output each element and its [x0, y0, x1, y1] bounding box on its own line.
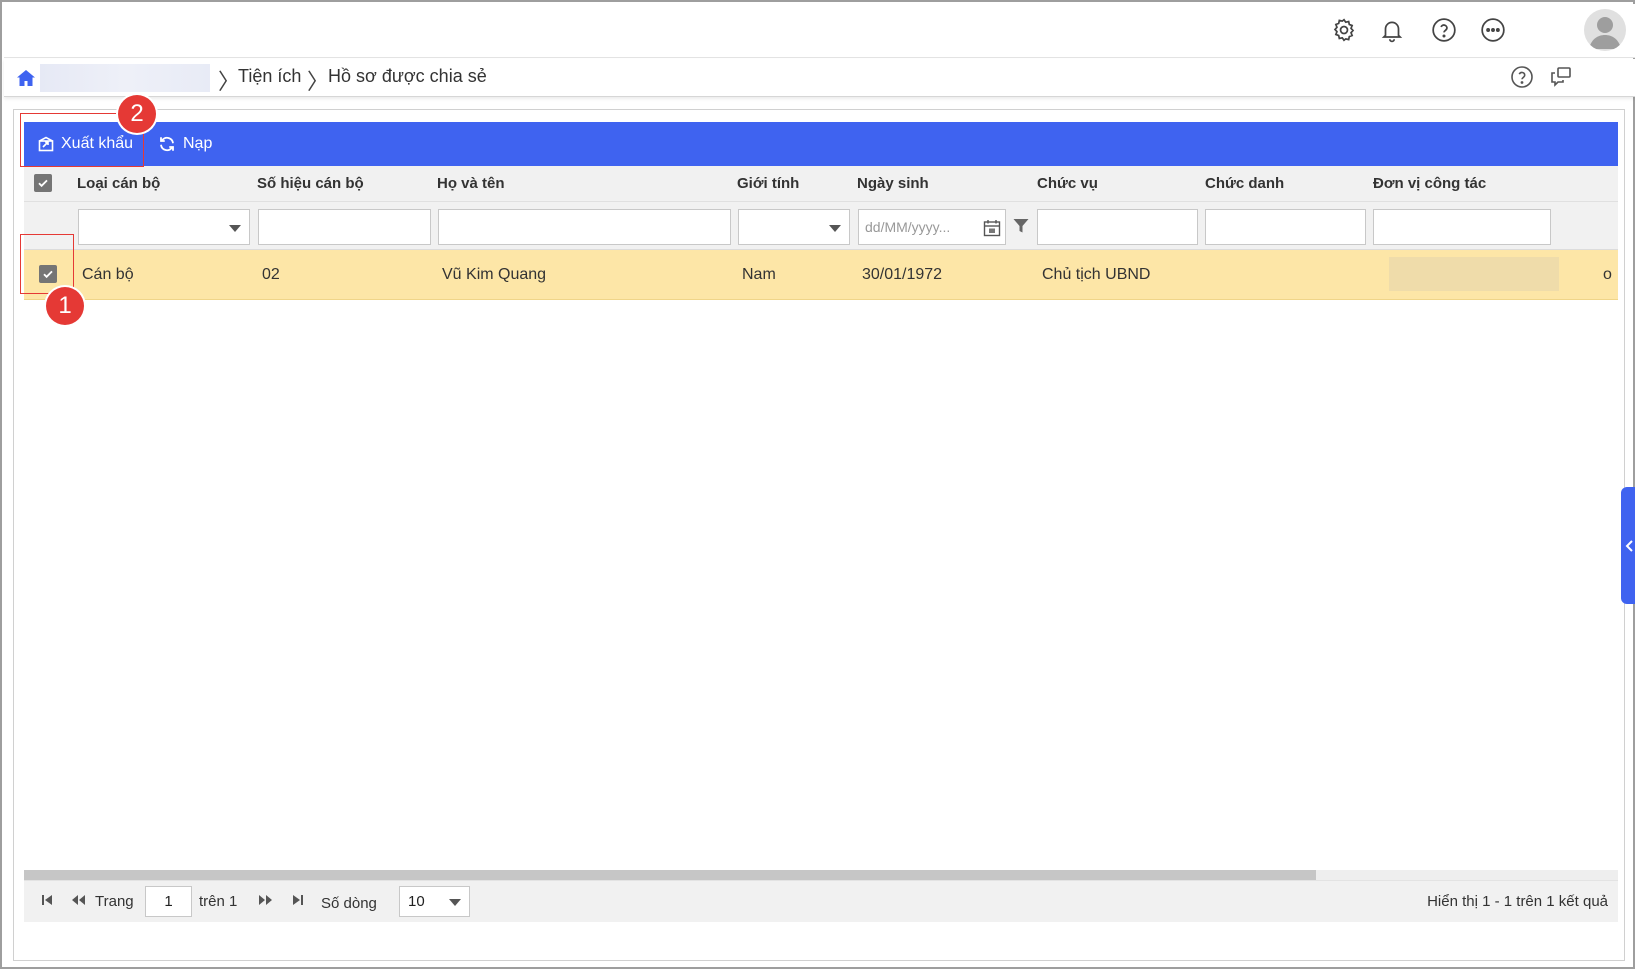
- column-header-chuc-danh[interactable]: Chức danh: [1205, 175, 1284, 192]
- horizontal-scrollbar[interactable]: [24, 870, 1618, 880]
- filter-row: dd/MM/yyyy...: [24, 202, 1618, 250]
- breadcrumb-separator: 〉: [218, 70, 241, 95]
- column-header-gioi-tinh[interactable]: Giới tính: [737, 175, 799, 192]
- filter-gioi-tinh-select[interactable]: [738, 209, 850, 245]
- top-bar: [4, 4, 1635, 58]
- cell-loai-can-bo: Cán bộ: [82, 266, 134, 283]
- cell-don-vi-redacted: [1389, 257, 1559, 291]
- reload-label: Nạp: [183, 135, 213, 152]
- main-panel: Xuất khẩu Nạp Loại cán bộ Số hiệu cán bộ…: [13, 95, 1625, 961]
- cell-gioi-tinh: Nam: [742, 266, 776, 283]
- settings-icon[interactable]: [1328, 14, 1360, 46]
- feedback-icon[interactable]: [1549, 65, 1573, 94]
- page-label: Trang: [95, 893, 134, 910]
- filter-loai-can-bo-select[interactable]: [78, 209, 250, 245]
- home-icon[interactable]: [14, 66, 38, 90]
- column-header-chuc-vu[interactable]: Chức vụ: [1037, 175, 1098, 192]
- app-window: 〉 Tiện ích 〉 Hồ sơ được chia sẻ Xuất khẩ: [0, 0, 1635, 969]
- page-number-input[interactable]: 1: [145, 886, 192, 917]
- rows-per-page-label: Số dòng: [321, 895, 377, 912]
- bell-icon[interactable]: [1376, 14, 1408, 46]
- column-header-so-hieu[interactable]: Số hiệu cán bộ: [257, 175, 364, 192]
- avatar[interactable]: [1584, 9, 1626, 51]
- chevron-down-icon: [449, 899, 461, 906]
- filter-ho-ten-input[interactable]: [438, 209, 731, 245]
- toolbar: Xuất khẩu Nạp: [24, 122, 1618, 166]
- breadcrumb-item-tien-ich[interactable]: Tiện ích: [238, 66, 301, 87]
- result-summary: Hiển thị 1 - 1 trên 1 kết quả: [1427, 893, 1608, 910]
- cell-ngay-sinh: 30/01/1972: [862, 266, 943, 283]
- select-all-checkbox[interactable]: [34, 174, 52, 192]
- collapse-chevron-icon: [1625, 539, 1633, 552]
- help-icon[interactable]: [1428, 14, 1460, 46]
- filter-don-vi-input[interactable]: [1373, 209, 1551, 245]
- breadcrumb: 〉 Tiện ích 〉 Hồ sơ được chia sẻ: [4, 59, 1635, 97]
- page-total-label: trên 1: [199, 893, 238, 910]
- callout-highlight-row-checkbox: [20, 234, 74, 294]
- next-page-icon[interactable]: [258, 893, 274, 912]
- help-circle-icon[interactable]: [1510, 65, 1534, 94]
- filter-icon[interactable]: [1012, 217, 1030, 240]
- column-header-ho-ten[interactable]: Họ và tên: [437, 175, 505, 192]
- step-badge-1: 1: [46, 287, 84, 325]
- filter-chuc-vu-input[interactable]: [1037, 209, 1198, 245]
- cell-so-hieu: 02: [262, 266, 280, 283]
- date-placeholder: dd/MM/yyyy...: [865, 219, 951, 235]
- column-header-loai-can-bo[interactable]: Loại cán bộ: [77, 175, 160, 192]
- breadcrumb-separator: 〉: [307, 70, 330, 95]
- column-header-ngay-sinh[interactable]: Ngày sinh: [857, 175, 929, 192]
- rows-per-page-select[interactable]: 10: [399, 886, 470, 917]
- more-icon[interactable]: [1477, 14, 1509, 46]
- step-badge-2: 2: [118, 95, 156, 133]
- chevron-down-icon: [829, 225, 841, 232]
- first-page-icon[interactable]: [40, 893, 54, 912]
- filter-so-hieu-input[interactable]: [258, 209, 431, 245]
- table-row[interactable]: Cán bộ 02 Vũ Kim Quang Nam 30/01/1972 Ch…: [24, 250, 1618, 300]
- column-header-don-vi[interactable]: Đơn vị công tác: [1373, 175, 1486, 192]
- grid-header: Loại cán bộ Số hiệu cán bộ Họ và tên Giớ…: [24, 166, 1618, 202]
- pager: Trang 1 trên 1 Số dòng 10 Hiển thị 1 - 1…: [24, 880, 1618, 922]
- cell-ho-ten: Vũ Kim Quang: [442, 266, 547, 283]
- reload-button[interactable]: Nạp: [158, 122, 212, 166]
- cell-chuc-vu: Chủ tịch UBND: [1042, 266, 1151, 283]
- breadcrumb-unit-redacted[interactable]: [40, 64, 210, 92]
- side-panel-toggle[interactable]: [1621, 487, 1635, 604]
- cell-don-vi-tail: o: [1603, 266, 1612, 283]
- scrollbar-thumb[interactable]: [24, 870, 1316, 880]
- calendar-icon[interactable]: [983, 219, 1001, 237]
- rows-per-page-value: 10: [408, 893, 425, 910]
- chevron-down-icon: [229, 225, 241, 232]
- breadcrumb-item-current: Hồ sơ được chia sẻ: [328, 66, 487, 86]
- reload-icon: [160, 136, 174, 152]
- filter-ngay-sinh-input[interactable]: dd/MM/yyyy...: [858, 209, 1006, 245]
- prev-page-icon[interactable]: [70, 893, 86, 912]
- filter-chuc-danh-input[interactable]: [1205, 209, 1366, 245]
- last-page-icon[interactable]: [291, 893, 305, 912]
